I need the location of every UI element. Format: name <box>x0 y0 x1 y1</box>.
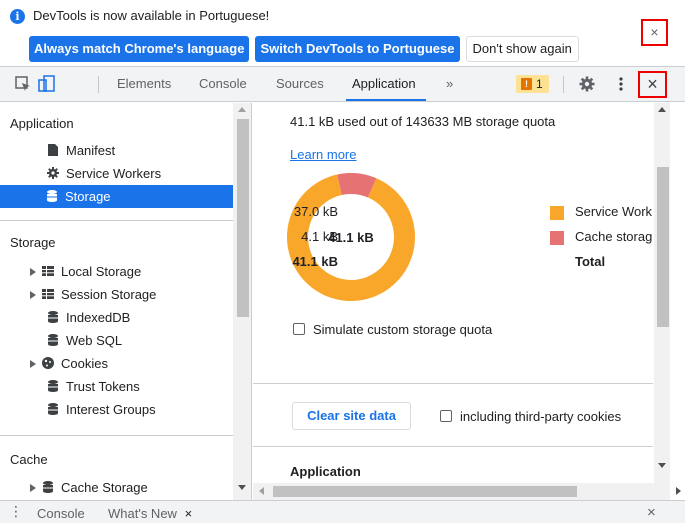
tab-console[interactable]: Console <box>199 67 247 101</box>
infobar-message: DevTools is now available in Portuguese! <box>33 8 270 23</box>
more-tabs-icon[interactable]: » <box>446 67 453 101</box>
sidebar-item-manifest[interactable]: Manifest <box>46 139 115 162</box>
drawer-tab-whats-new[interactable]: What's New × <box>108 506 192 521</box>
sidebar-divider <box>0 435 233 436</box>
third-party-cookies-checkbox[interactable]: including third-party cookies <box>440 409 621 424</box>
scroll-down-arrow-icon[interactable] <box>238 485 246 490</box>
database-icon <box>48 311 58 323</box>
sidebar-scroll-thumb[interactable] <box>237 119 249 317</box>
scroll-down-arrow-icon[interactable] <box>658 463 666 468</box>
panel-divider <box>253 446 653 447</box>
database-icon <box>48 334 58 346</box>
sidebar-divider <box>0 220 233 221</box>
legend-value: 37.0 kB <box>293 204 338 219</box>
toolbar-divider <box>98 76 99 93</box>
issues-badge[interactable]: ! 1 <box>516 75 549 93</box>
drawer-tab-console[interactable]: Console <box>37 506 85 521</box>
file-icon <box>48 144 58 156</box>
sidebar-item-indexeddb[interactable]: IndexedDB <box>46 306 130 329</box>
expand-arrow-icon[interactable] <box>30 360 36 368</box>
issue-flag-icon: ! <box>521 78 532 90</box>
section-application-header: Application <box>10 116 74 131</box>
tab-sources[interactable]: Sources <box>276 67 324 101</box>
toolbar-divider <box>563 76 564 93</box>
panel-divider <box>253 383 653 384</box>
more-options-icon[interactable] <box>612 75 630 93</box>
infobar-close-icon[interactable]: × <box>641 19 668 46</box>
switch-to-portuguese-button[interactable]: Switch DevTools to Portuguese <box>255 36 460 62</box>
language-infobar: i DevTools is now available in Portugues… <box>0 0 685 66</box>
sidebar-item-cookies[interactable]: Cookies <box>30 352 108 375</box>
drawer-menu-icon[interactable]: ⋮ <box>9 503 23 520</box>
legend-label: Service Work <box>575 204 653 219</box>
storage-panel: 41.1 kB used out of 143633 MB storage qu… <box>253 103 653 483</box>
legend-swatch <box>550 231 564 245</box>
device-toolbar-icon[interactable] <box>38 75 56 93</box>
inspect-element-icon[interactable] <box>14 75 32 93</box>
legend-swatch <box>550 206 564 220</box>
issues-count: 1 <box>536 77 543 91</box>
sidebar-item-local-storage[interactable]: Local Storage <box>30 260 141 283</box>
legend-value: 4.1 kB <box>301 229 338 244</box>
sidebar-item-trust-tokens[interactable]: Trust Tokens <box>46 375 140 398</box>
sidebar-item-storage[interactable]: Storage <box>0 185 233 208</box>
sidebar-scrollbar[interactable] <box>233 103 252 500</box>
total-label: Total <box>575 254 606 269</box>
always-match-language-button[interactable]: Always match Chrome's language <box>29 36 250 62</box>
checkbox-icon[interactable] <box>293 323 305 335</box>
clear-site-data-button[interactable]: Clear site data <box>292 402 411 430</box>
database-icon <box>43 481 53 493</box>
application-section-header: Application <box>290 464 361 479</box>
expand-arrow-icon[interactable] <box>30 268 36 276</box>
main-horizontal-scrollbar[interactable] <box>253 483 681 500</box>
simulate-quota-checkbox[interactable]: Simulate custom storage quota <box>293 322 492 337</box>
scroll-up-arrow-icon[interactable] <box>658 107 666 112</box>
sidebar-item-interest-groups[interactable]: Interest Groups <box>46 398 156 421</box>
storage-quota-text: 41.1 kB used out of 143633 MB storage qu… <box>290 114 556 129</box>
table-icon <box>42 266 54 276</box>
expand-arrow-icon[interactable] <box>30 484 36 492</box>
gear-icon[interactable] <box>578 75 596 93</box>
learn-more-link[interactable]: Learn more <box>290 147 356 162</box>
cookie-icon <box>42 357 54 369</box>
scroll-right-arrow-icon[interactable] <box>676 487 681 495</box>
dont-show-again-button[interactable]: Don't show again <box>465 36 579 62</box>
expand-arrow-icon[interactable] <box>30 291 36 299</box>
checkbox-icon[interactable] <box>440 410 452 422</box>
table-icon <box>42 289 54 299</box>
section-cache-header: Cache <box>10 452 48 467</box>
scroll-left-arrow-icon[interactable] <box>259 487 264 495</box>
info-icon: i <box>10 9 25 24</box>
sidebar-item-session-storage[interactable]: Session Storage <box>30 283 156 306</box>
database-icon <box>47 190 57 202</box>
database-icon <box>48 380 58 392</box>
application-sidebar: Application Manifest Service Workers Sto… <box>0 103 233 500</box>
main-scroll-thumb[interactable] <box>657 167 669 327</box>
scroll-up-arrow-icon[interactable] <box>238 107 246 112</box>
total-value: 41.1 kB <box>292 254 338 269</box>
sidebar-item-web-sql[interactable]: Web SQL <box>46 329 122 352</box>
close-devtools-icon[interactable]: × <box>638 71 667 98</box>
close-drawer-icon[interactable]: × <box>647 504 656 521</box>
legend-label: Cache storag <box>575 229 653 244</box>
gear-icon <box>47 167 59 179</box>
tab-elements[interactable]: Elements <box>117 67 171 101</box>
horizontal-scroll-thumb[interactable] <box>273 486 577 497</box>
tab-application[interactable]: Application <box>346 67 426 101</box>
sidebar-item-service-workers[interactable]: Service Workers <box>46 162 161 185</box>
main-vertical-scrollbar[interactable] <box>654 103 670 483</box>
section-storage-header: Storage <box>10 235 56 250</box>
database-icon <box>48 403 58 415</box>
close-tab-icon[interactable]: × <box>185 506 193 521</box>
devtools-tabstrip: Elements Console Sources Application » !… <box>0 66 685 102</box>
devtools-drawer: ⋮ Console What's New × × <box>0 500 685 523</box>
sidebar-item-cache-storage[interactable]: Cache Storage <box>30 476 148 499</box>
